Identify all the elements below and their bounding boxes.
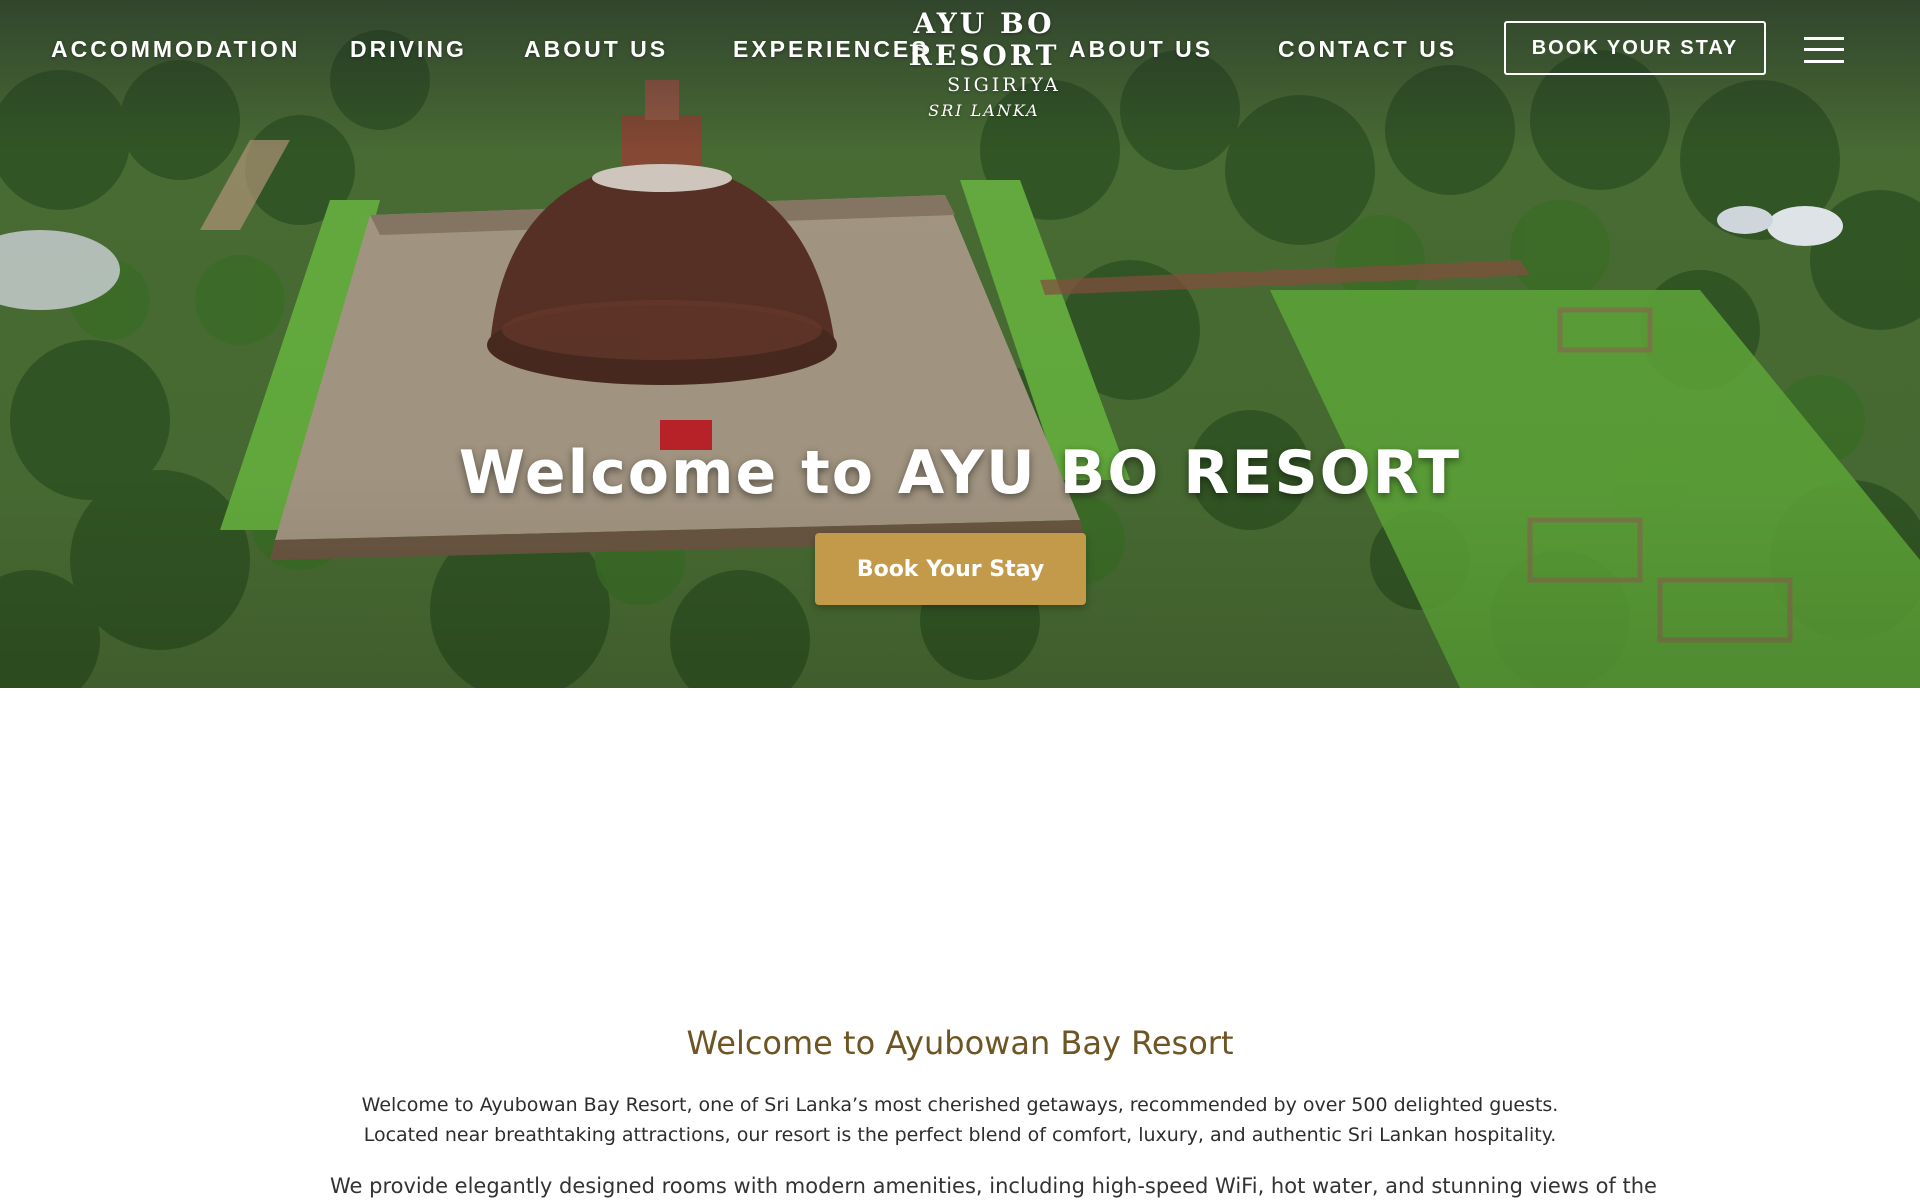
nav-link-driving[interactable]: DRIVING [350,36,467,63]
nav-link-about-us[interactable]: ABOUT US [524,36,668,63]
brand-name: AYU BO RESORT [908,7,1060,72]
book-your-stay-nav-button[interactable]: BOOK YOUR STAY [1504,21,1766,75]
brand-location: SIGIRIYA [947,74,1061,96]
brand-logo[interactable]: AYU BO RESORT SIGIRIYA SRI LANKA [846,8,1122,124]
book-your-stay-hero-button[interactable]: Book Your Stay [815,533,1086,605]
nav-link-contact-us[interactable]: CONTACT US [1278,36,1457,63]
nav-link-accommodation[interactable]: ACCOMMODATION [51,36,300,63]
brand-country: SRI LANKA [928,101,1040,120]
intro-paragraph-2: We provide elegantly designed rooms with… [330,1174,1657,1198]
intro-heading: Welcome to Ayubowan Bay Resort [686,1024,1234,1062]
hero-section: ACCOMMODATION DRIVING ABOUT US EXPERIENC… [0,0,1920,688]
hero-title: Welcome to AYU BO RESORT [458,438,1462,508]
top-navigation: ACCOMMODATION DRIVING ABOUT US EXPERIENC… [0,0,1920,120]
intro-paragraph-1: Welcome to Ayubowan Bay Resort, one of S… [361,1094,1559,1146]
hamburger-menu-icon[interactable] [1804,36,1844,64]
